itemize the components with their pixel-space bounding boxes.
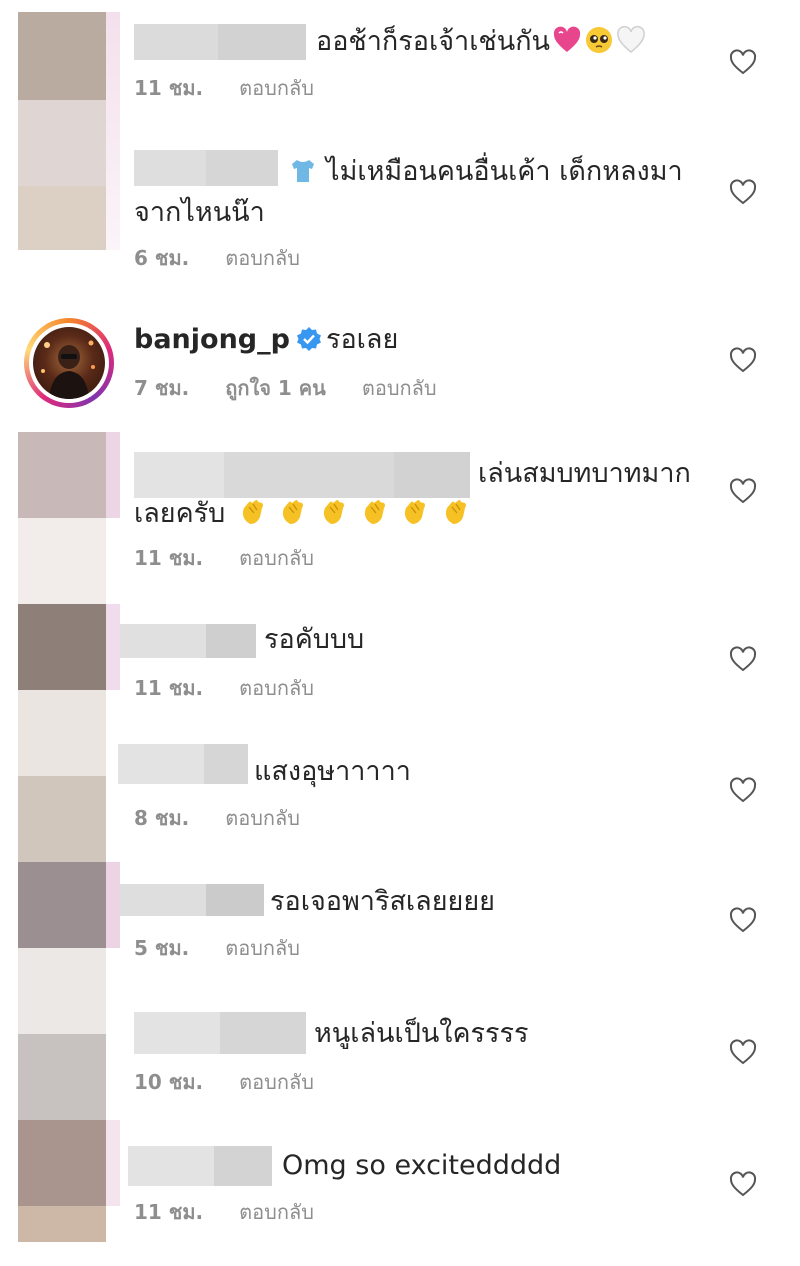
reply-button[interactable]: ตอบกลับ	[225, 806, 300, 830]
avatar-edge	[106, 604, 120, 690]
white-heart-icon	[617, 25, 645, 53]
timestamp: 5 ชม.	[134, 936, 190, 960]
comment-meta: 8 ชม. ตอบกลับ	[134, 802, 336, 834]
avatar-blur-8	[18, 776, 106, 862]
like-heart-icon[interactable]	[728, 48, 758, 76]
tshirt-icon	[292, 160, 314, 182]
timestamp: 6 ชม.	[134, 246, 190, 270]
comment-text: เล่นสมบทบาทมาก	[478, 458, 691, 489]
comment-text: รอเจอพาริสเลยยยย	[270, 886, 495, 917]
comment-meta: 11 ชม. ตอบกลับ	[134, 542, 350, 574]
blurred-username	[134, 452, 470, 498]
avatar-edge	[106, 862, 120, 948]
avatar-blur-5	[18, 518, 106, 604]
clapping-emojis	[236, 498, 471, 529]
clapping-hands-icon	[445, 500, 466, 524]
reply-button[interactable]: ตอบกลับ	[362, 376, 437, 400]
username[interactable]: banjong_p	[134, 324, 290, 355]
comment-text-continued: เลยครับ	[134, 494, 704, 534]
timestamp: 7 ชม.	[134, 376, 190, 400]
comment-meta: 11 ชม. ตอบกลับ	[134, 72, 350, 104]
clapping-hands-icon	[283, 500, 304, 524]
clapping-hands-icon	[323, 500, 345, 524]
like-heart-icon[interactable]	[728, 1038, 758, 1066]
comment-text: แสงอุษาาาาา	[254, 756, 411, 787]
avatar-blur-11	[18, 1034, 106, 1120]
pleading-face-icon	[586, 27, 613, 53]
reply-button[interactable]: ตอบกลับ	[239, 546, 314, 570]
blurred-username	[120, 624, 256, 658]
timestamp: 8 ชม.	[134, 806, 190, 830]
reply-button[interactable]: ตอบกลับ	[239, 676, 314, 700]
avatar-edge	[106, 12, 120, 250]
clapping-hands-icon	[242, 500, 263, 524]
avatar-edge	[106, 432, 120, 518]
like-heart-icon[interactable]	[728, 1170, 758, 1198]
comment-text: ไม่เหมือนคนอื่นเค้า เด็กหลงมา	[326, 156, 683, 187]
comment-text: banjong_p รอเลย	[134, 324, 399, 355]
reply-button[interactable]: ตอบกลับ	[239, 1070, 314, 1094]
blurred-username	[134, 1012, 306, 1054]
avatar-blur-13	[18, 1206, 106, 1242]
reply-button[interactable]: ตอบกลับ	[239, 1200, 314, 1224]
comment-text: รอคับบบ	[264, 624, 365, 655]
avatar-blur-2	[18, 100, 106, 186]
comment-meta: 7 ชม. ถูกใจ 1 คน ตอบกลับ	[134, 372, 473, 404]
clapping-hands-icon	[364, 500, 385, 524]
like-heart-icon[interactable]	[728, 776, 758, 804]
blurred-username	[118, 744, 248, 784]
like-heart-icon[interactable]	[728, 477, 758, 505]
comment-text-continued: จากไหนน๊า	[134, 197, 265, 228]
like-heart-icon[interactable]	[728, 645, 758, 673]
timestamp: 11 ชม.	[134, 76, 204, 100]
avatar-edge	[106, 1120, 120, 1206]
blurred-username	[120, 884, 264, 916]
avatar-blur-7	[18, 690, 106, 776]
comment-text: Omg so exciteddddd	[282, 1150, 562, 1181]
avatar-blur-10	[18, 948, 106, 1034]
timestamp: 11 ชม.	[134, 676, 204, 700]
like-heart-icon[interactable]	[728, 906, 758, 934]
verified-badge-icon	[296, 327, 321, 351]
blurred-username	[134, 24, 306, 60]
profile-photo-icon	[41, 340, 95, 399]
reply-button[interactable]: ตอบกลับ	[225, 936, 300, 960]
comment-meta: 6 ชม. ตอบกลับ	[134, 242, 336, 274]
like-heart-icon[interactable]	[728, 346, 758, 374]
avatar[interactable]	[33, 327, 105, 399]
avatar-blur-6	[18, 604, 106, 690]
clapping-hands-icon	[405, 500, 426, 524]
avatar-blur-1	[18, 12, 106, 100]
timestamp: 10 ชม.	[134, 1070, 204, 1094]
blurred-username	[134, 150, 278, 186]
comment-meta: 10 ชม. ตอบกลับ	[134, 1066, 350, 1098]
reply-button[interactable]: ตอบกลับ	[225, 246, 300, 270]
avatar-blur-3	[18, 186, 106, 250]
comment-meta: 11 ชม. ตอบกลับ	[134, 672, 350, 704]
heart-icon	[553, 26, 581, 52]
avatar-blur-9	[18, 862, 106, 948]
timestamp: 11 ชม.	[134, 1200, 204, 1224]
comment-meta: 5 ชม. ตอบกลับ	[134, 932, 336, 964]
reply-button[interactable]: ตอบกลับ	[239, 76, 314, 100]
timestamp: 11 ชม.	[134, 546, 204, 570]
avatar-blur-12	[18, 1120, 106, 1206]
comment-meta: 11 ชม. ตอบกลับ	[134, 1196, 350, 1228]
blurred-username	[128, 1146, 272, 1186]
avatar-blur-4	[18, 432, 106, 518]
like-heart-icon[interactable]	[728, 178, 758, 206]
like-count[interactable]: ถูกใจ 1 คน	[225, 376, 326, 400]
